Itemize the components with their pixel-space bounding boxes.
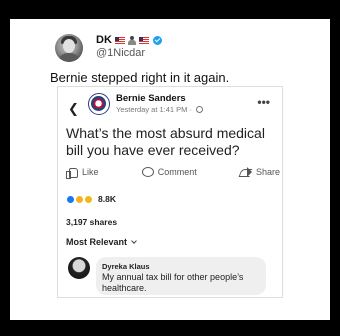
haha-reaction-icon	[75, 194, 84, 204]
post-time-text: Yesterday at 1:41 PM ·	[116, 105, 193, 114]
shares-count[interactable]: 3,197 shares	[66, 217, 117, 227]
tweet-text: Bernie stepped right in it again.	[50, 70, 230, 85]
sort-label: Most Relevant	[66, 237, 128, 247]
comment-icon	[141, 167, 154, 177]
facebook-post: ❮ Bernie Sanders Yesterday at 1:41 PM · …	[57, 86, 283, 298]
comment-author-avatar[interactable]	[68, 257, 90, 279]
post-timestamp[interactable]: Yesterday at 1:41 PM ·	[116, 105, 204, 114]
comment-author-name[interactable]: Dyreka Klaus	[102, 262, 150, 271]
post-question: What’s the most absurd medical bill you …	[66, 125, 265, 158]
tweet-display-name[interactable]: DK	[96, 34, 162, 46]
like-button[interactable]: Like	[66, 167, 99, 179]
post-author-name[interactable]: Bernie Sanders	[116, 93, 186, 104]
person-icon	[127, 35, 136, 45]
us-flag-icon	[138, 36, 149, 44]
share-icon	[240, 167, 252, 177]
globe-icon	[196, 106, 204, 113]
share-label: Share	[255, 167, 280, 177]
tweet-handle[interactable]: @1Nicdar	[96, 47, 145, 59]
tweet-avatar[interactable]	[55, 34, 83, 62]
verified-badge-icon	[152, 35, 162, 45]
comment-sort-dropdown[interactable]: Most Relevant	[66, 237, 137, 247]
more-horizontal-icon[interactable]: •••	[257, 95, 270, 109]
comment-text: My annual tax bill for other people’s he…	[102, 272, 244, 293]
like-label: Like	[82, 167, 99, 177]
tweet-name-text: DK	[96, 34, 112, 46]
post-author-avatar[interactable]	[88, 93, 110, 115]
wow-reaction-icon	[84, 194, 93, 204]
share-button[interactable]: Share	[240, 167, 280, 177]
us-flag-icon	[114, 36, 125, 44]
reactions-summary[interactable]: 8.8K	[66, 194, 116, 204]
chevron-down-icon	[131, 237, 137, 244]
comment-label: Comment	[157, 167, 197, 177]
reactions-count: 8.8K	[98, 194, 116, 204]
post-actions: Like Comment Share	[66, 167, 280, 179]
chevron-left-icon[interactable]: ❮	[68, 101, 79, 117]
comment-button[interactable]: Comment	[141, 167, 197, 177]
like-reaction-icon	[66, 194, 75, 204]
thumbs-up-icon	[66, 167, 78, 179]
